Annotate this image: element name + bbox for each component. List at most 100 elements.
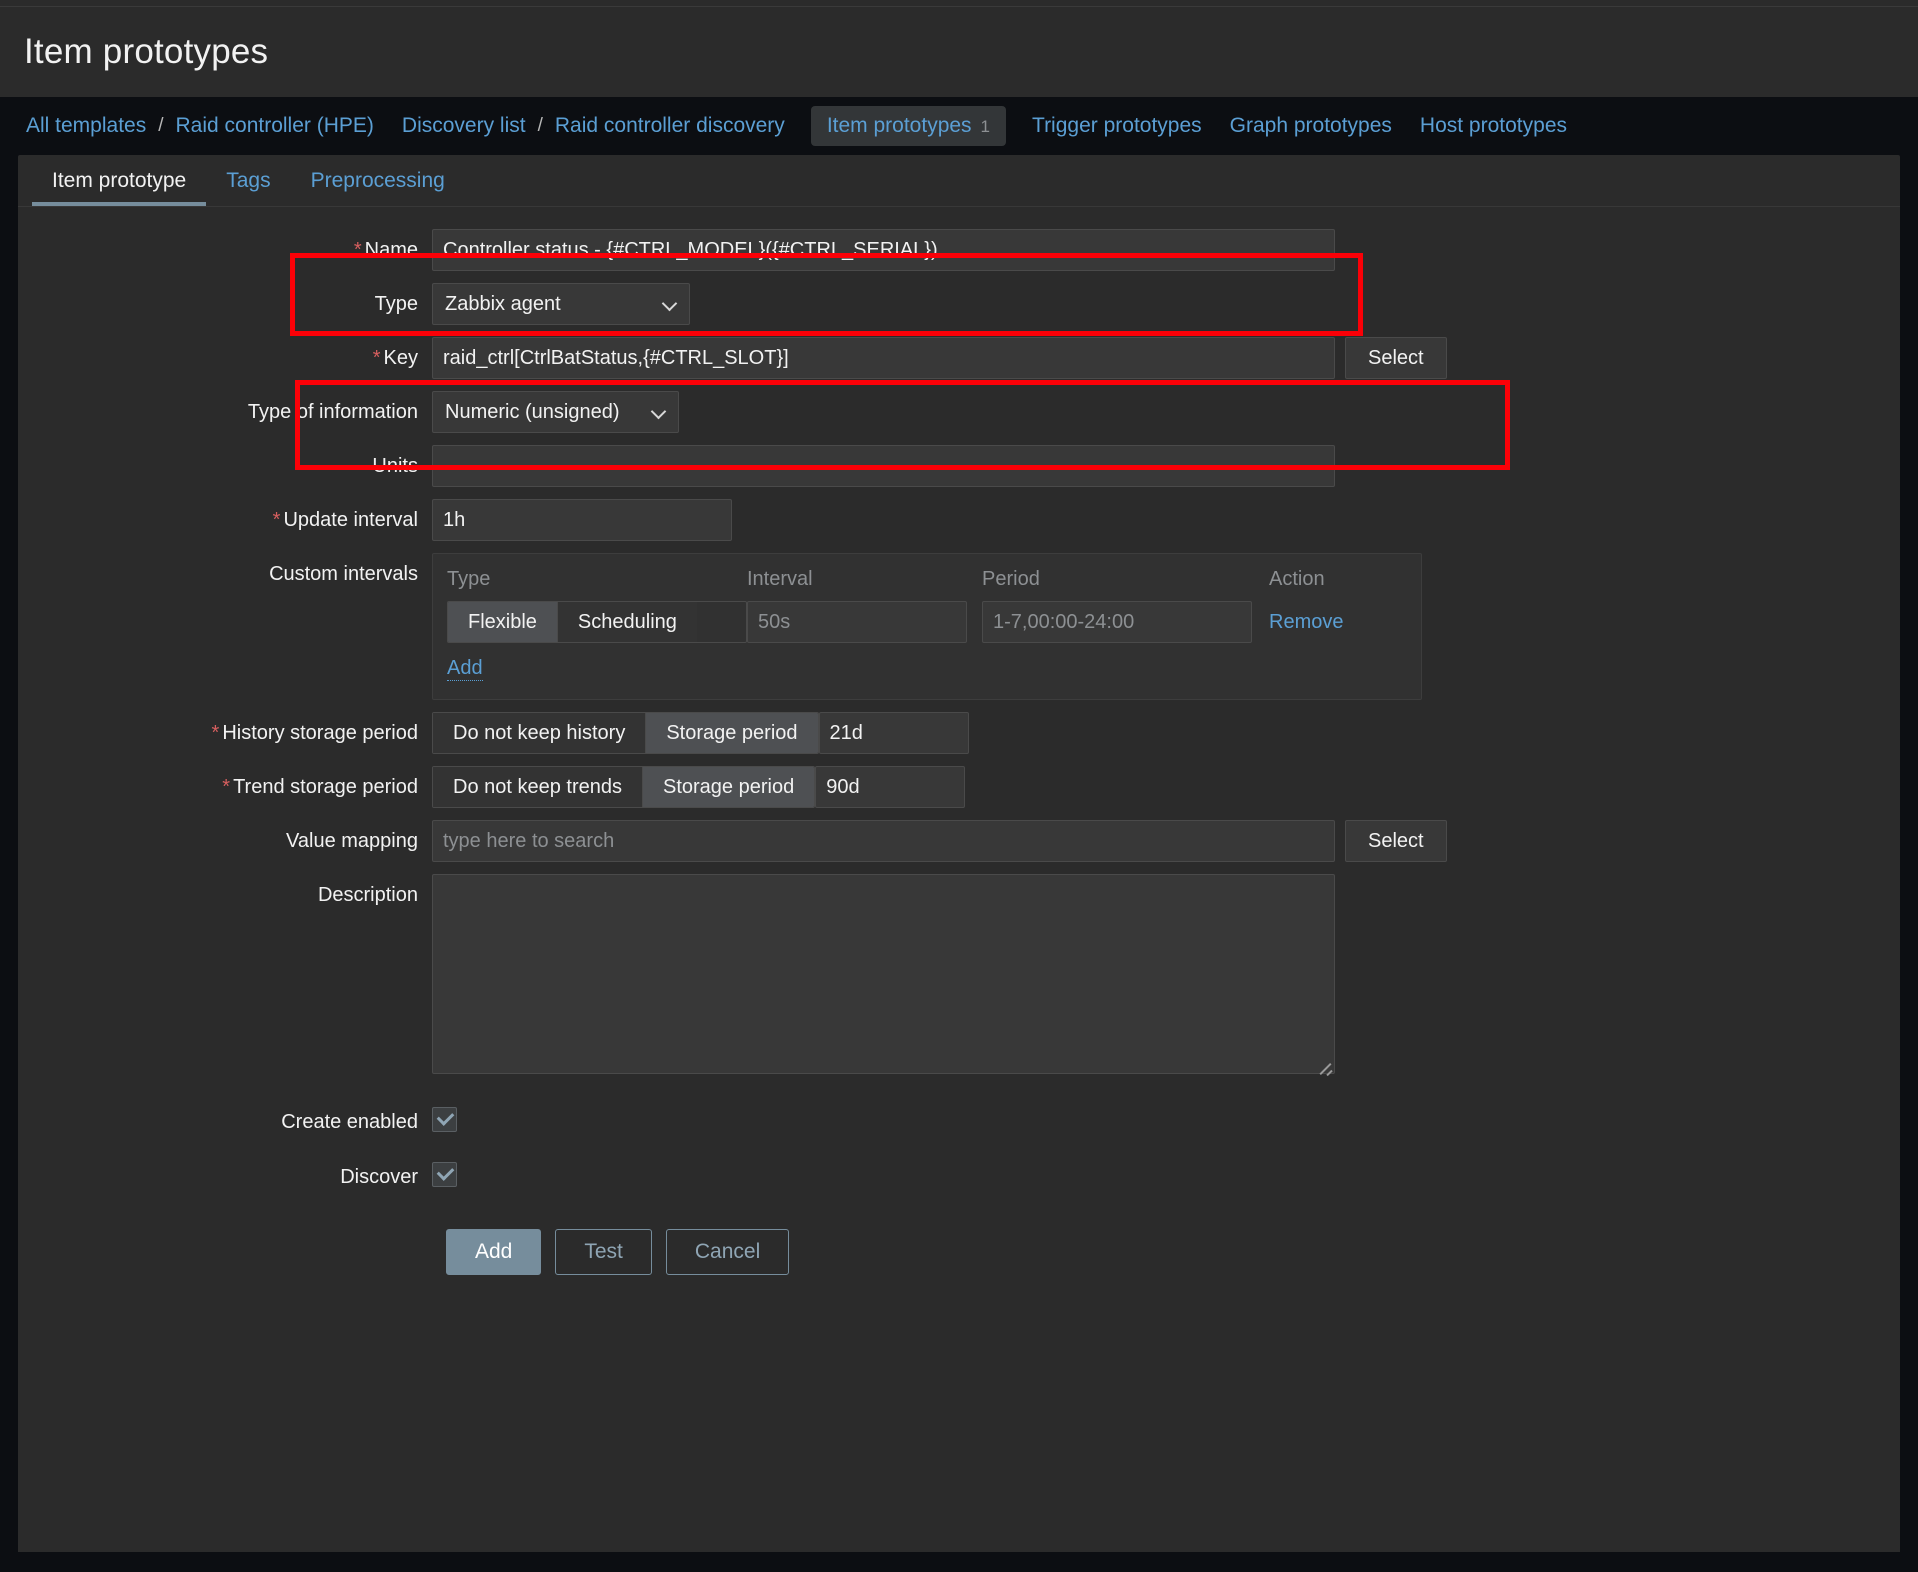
- breadcrumb-link-raid-controller-hpe[interactable]: Raid controller (HPE): [174, 114, 376, 138]
- form-row-update-interval: * Update interval: [18, 499, 1900, 541]
- column-header-period: Period: [982, 568, 1040, 590]
- required-marker: *: [353, 239, 362, 261]
- history-option-do-not-keep[interactable]: Do not keep history: [433, 713, 647, 753]
- form-row-discover: Discover: [18, 1156, 1900, 1189]
- label-key: * Key: [372, 347, 418, 369]
- form-row-description: Description: [18, 874, 1900, 1079]
- value-mapping-input[interactable]: [432, 820, 1335, 862]
- test-button[interactable]: Test: [555, 1229, 652, 1275]
- interval-type-toggle-cell: Flexible Scheduling: [447, 601, 747, 643]
- discover-checkbox[interactable]: [432, 1162, 457, 1187]
- column-header-type: Type: [447, 568, 491, 590]
- breadcrumb-separator: /: [158, 115, 164, 136]
- page-title: Item prototypes: [24, 32, 269, 71]
- key-select-button[interactable]: Select: [1345, 337, 1447, 379]
- column-header-interval: Interval: [747, 568, 813, 590]
- custom-intervals-row: Flexible Scheduling Remove: [447, 601, 1405, 643]
- label-type: Type: [374, 293, 418, 315]
- form-row-key: *Key Select: [18, 337, 1900, 379]
- chevron-down-icon: [663, 297, 677, 311]
- label-trend-storage-period: * Trend storage period: [222, 776, 418, 798]
- units-input[interactable]: [432, 445, 1335, 487]
- period-value-cell: [982, 601, 1269, 643]
- interval-input[interactable]: [747, 601, 967, 643]
- tab-tags[interactable]: Tags: [206, 169, 290, 206]
- custom-intervals-header: Type Interval Period Action: [447, 568, 1405, 601]
- form-row-name: * Name: [18, 229, 1900, 271]
- trend-option-storage-period[interactable]: Storage period: [643, 767, 815, 807]
- label-type-of-information: Type of information: [247, 401, 418, 423]
- form-row-units: Units: [18, 445, 1900, 487]
- window-top-strip: [0, 0, 1918, 7]
- name-input[interactable]: [432, 229, 1335, 271]
- history-storage-period-input[interactable]: [818, 712, 969, 754]
- period-input[interactable]: [982, 601, 1252, 643]
- interval-type-option-scheduling[interactable]: Scheduling: [557, 602, 697, 642]
- label-custom-intervals: Custom intervals: [269, 563, 418, 585]
- required-marker: *: [372, 347, 381, 369]
- value-mapping-select-button[interactable]: Select: [1345, 820, 1447, 862]
- remove-interval-link[interactable]: Remove: [1269, 611, 1343, 633]
- column-header-action: Action: [1269, 568, 1325, 590]
- label-discover: Discover: [340, 1166, 418, 1188]
- type-select[interactable]: Zabbix agent: [432, 283, 690, 325]
- update-interval-input[interactable]: [432, 499, 732, 541]
- add-interval-link[interactable]: Add: [447, 657, 483, 681]
- chevron-down-icon: [652, 405, 666, 419]
- history-storage-toggle: Do not keep history Storage period: [432, 712, 819, 754]
- form-row-type: Type Zabbix agent: [18, 283, 1900, 325]
- breadcrumb-separator: /: [537, 115, 543, 136]
- nav-item-host-prototypes[interactable]: Host prototypes: [1418, 114, 1569, 138]
- form-row-type-of-information: Type of information Numeric (unsigned): [18, 391, 1900, 433]
- tab-item-prototype[interactable]: Item prototype: [32, 169, 207, 206]
- interval-value-cell: [747, 601, 982, 643]
- interval-type-toggle: Flexible Scheduling: [447, 601, 747, 643]
- type-of-information-value: Numeric (unsigned): [445, 400, 620, 423]
- label-value-mapping: Value mapping: [286, 830, 418, 852]
- label-history-storage-period: * History storage period: [211, 722, 418, 744]
- breadcrumb: All templates / Raid controller (HPE) Di…: [0, 97, 1918, 155]
- cancel-button[interactable]: Cancel: [665, 1229, 790, 1275]
- description-textarea[interactable]: [432, 874, 1335, 1074]
- type-of-information-select[interactable]: Numeric (unsigned): [432, 391, 679, 433]
- tab-bar: Item prototype Tags Preprocessing: [18, 155, 1900, 207]
- key-input[interactable]: [432, 337, 1335, 379]
- form-row-value-mapping: Value mapping Select: [18, 820, 1900, 862]
- form-row-trend-storage-period: * Trend storage period Do not keep trends…: [18, 766, 1900, 808]
- type-select-value: Zabbix agent: [445, 292, 561, 315]
- label-update-interval: * Update interval: [272, 509, 418, 531]
- breadcrumb-link-discovery-list[interactable]: Discovery list: [400, 114, 528, 138]
- tab-preprocessing[interactable]: Preprocessing: [291, 169, 465, 206]
- nav-item-trigger-prototypes[interactable]: Trigger prototypes: [1030, 114, 1204, 138]
- nav-item-item-prototypes[interactable]: Item prototypes 1: [810, 106, 1007, 146]
- nav-item-label: Item prototypes: [826, 114, 972, 137]
- form-row-create-enabled: Create enabled: [18, 1101, 1900, 1134]
- label-units: Units: [372, 455, 418, 477]
- description-wrapper: [432, 874, 1335, 1079]
- trend-storage-toggle: Do not keep trends Storage period: [432, 766, 816, 808]
- create-enabled-checkbox[interactable]: [432, 1107, 457, 1132]
- trend-option-do-not-keep[interactable]: Do not keep trends: [433, 767, 643, 807]
- form-row-custom-intervals: Custom intervals Type Interval Period Ac…: [18, 553, 1900, 700]
- action-cell: Remove: [1269, 611, 1389, 634]
- label-create-enabled: Create enabled: [281, 1111, 418, 1133]
- nav-item-graph-prototypes[interactable]: Graph prototypes: [1228, 114, 1394, 138]
- breadcrumb-link-all-templates[interactable]: All templates: [24, 114, 148, 138]
- label-description: Description: [317, 884, 418, 906]
- page-header: Item prototypes: [0, 7, 1918, 97]
- form-actions: Add Test Cancel: [18, 1229, 1900, 1275]
- item-prototype-form-panel: Item prototype Tags Preprocessing * Name …: [18, 155, 1900, 1552]
- history-option-storage-period[interactable]: Storage period: [646, 713, 818, 753]
- custom-intervals-table: Type Interval Period Action Flexible Sch…: [432, 553, 1422, 700]
- nav-item-count: 1: [980, 117, 991, 136]
- required-marker: *: [222, 776, 231, 798]
- add-button[interactable]: Add: [446, 1229, 542, 1275]
- label-name: * Name: [353, 239, 418, 261]
- breadcrumb-link-raid-controller-discovery[interactable]: Raid controller discovery: [553, 114, 787, 138]
- interval-type-option-flexible[interactable]: Flexible: [448, 602, 558, 642]
- trend-storage-period-input[interactable]: [815, 766, 966, 808]
- required-marker: *: [211, 722, 220, 744]
- item-prototype-form: *Name Type Zabbix agent *Key Select: [18, 207, 1900, 1275]
- required-marker: *: [272, 509, 281, 531]
- form-row-history-storage-period: * History storage period Do not keep hist…: [18, 712, 1900, 754]
